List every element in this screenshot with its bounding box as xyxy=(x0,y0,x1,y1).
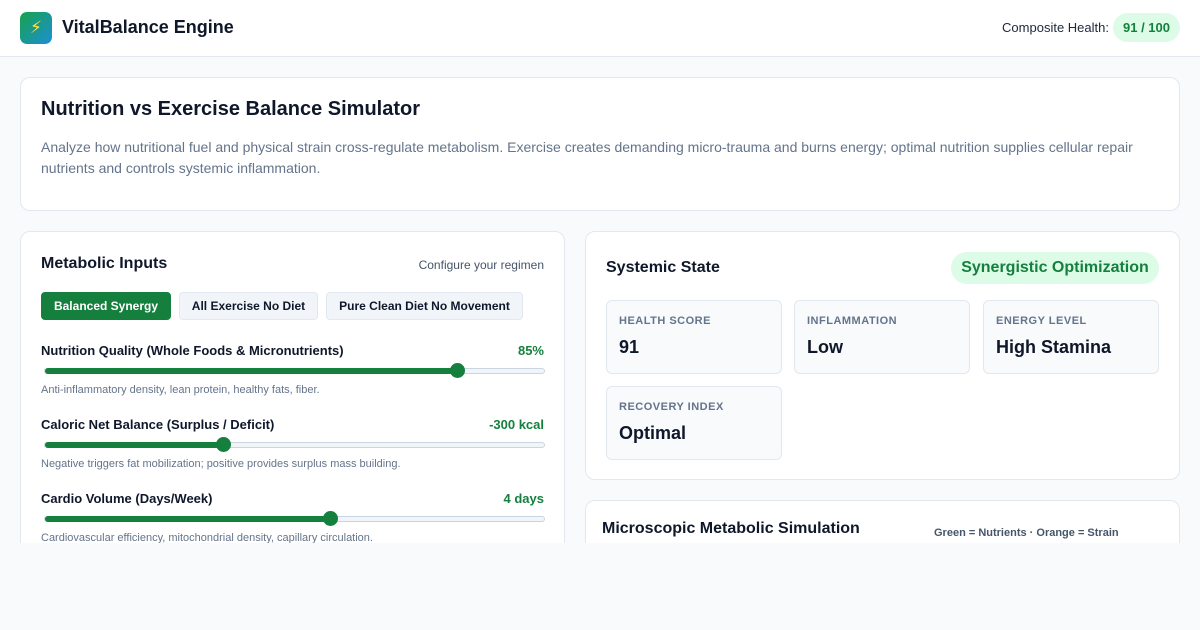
caloric-balance-description: Negative triggers fat mobilization; posi… xyxy=(41,458,401,470)
lightning-bolt-icon: ⚡ xyxy=(20,12,52,44)
cardio-volume-slider[interactable] xyxy=(44,511,545,526)
composite-health-badge: 91 / 100 xyxy=(1113,13,1180,42)
top-header: ⚡ VitalBalance Engine Composite Health: … xyxy=(0,0,1200,57)
metric-label: ENERGY LEVEL xyxy=(996,315,1087,327)
slider-fill xyxy=(45,442,223,448)
inputs-title: Metabolic Inputs xyxy=(41,255,168,272)
composite-health-label: Composite Health: xyxy=(1002,20,1109,35)
page-background xyxy=(0,543,1200,630)
cardio-volume-value: 4 days xyxy=(503,491,544,506)
intro-card: Nutrition vs Exercise Balance Simulator … xyxy=(20,77,1180,211)
metric-value: Low xyxy=(807,337,843,357)
slider-fill xyxy=(45,368,457,374)
inputs-hint: Configure your regimen xyxy=(418,258,544,272)
nutrition-quality-description: Anti-inflammatory density, lean protein,… xyxy=(41,384,320,396)
metric-inflammation: INFLAMMATION Low xyxy=(794,300,970,374)
state-title: Systemic State xyxy=(606,259,720,276)
metabolic-inputs-panel: Metabolic Inputs Configure your regimen … xyxy=(20,231,565,561)
slider-thumb[interactable] xyxy=(322,511,338,526)
simulation-title: Microscopic Metabolic Simulation xyxy=(602,520,860,537)
app-title: VitalBalance Engine xyxy=(62,17,234,37)
cardio-volume-label: Cardio Volume (Days/Week) xyxy=(41,491,213,506)
metric-label: RECOVERY INDEX xyxy=(619,401,724,413)
state-status-badge: Synergistic Optimization xyxy=(951,252,1159,284)
metric-value: 91 xyxy=(619,337,640,357)
caloric-balance-label: Caloric Net Balance (Surplus / Deficit) xyxy=(41,417,275,432)
simulation-legend: Green = Nutrients · Orange = Strain xyxy=(934,527,1119,539)
metric-recovery-index: RECOVERY INDEX Optimal xyxy=(606,386,782,460)
caloric-balance-value: -300 kcal xyxy=(489,417,544,432)
preset-pure-clean-diet-button[interactable]: Pure Clean Diet No Movement xyxy=(326,292,523,320)
nutrition-quality-label: Nutrition Quality (Whole Foods & Micronu… xyxy=(41,343,344,358)
metric-value: High Stamina xyxy=(996,337,1112,357)
preset-balanced-synergy-button[interactable]: Balanced Synergy xyxy=(41,292,171,320)
slider-thumb[interactable] xyxy=(215,437,231,452)
caloric-balance-slider[interactable] xyxy=(44,437,545,452)
systemic-state-panel: Systemic State Synergistic Optimization … xyxy=(585,231,1180,480)
slider-thumb[interactable] xyxy=(449,363,465,378)
metric-health-score: HEALTH SCORE 91 xyxy=(606,300,782,374)
metric-label: HEALTH SCORE xyxy=(619,315,711,327)
metric-label: INFLAMMATION xyxy=(807,315,898,327)
nutrition-quality-slider[interactable] xyxy=(44,363,545,378)
page-title: Nutrition vs Exercise Balance Simulator xyxy=(41,98,421,120)
slider-fill xyxy=(45,516,330,522)
metric-value: Optimal xyxy=(619,423,687,443)
nutrition-quality-value: 85% xyxy=(517,343,544,358)
page-description: Analyze how nutritional fuel and physica… xyxy=(41,139,1133,176)
preset-all-exercise-button[interactable]: All Exercise No Diet xyxy=(179,292,318,320)
metric-energy-level: ENERGY LEVEL High Stamina xyxy=(983,300,1159,374)
